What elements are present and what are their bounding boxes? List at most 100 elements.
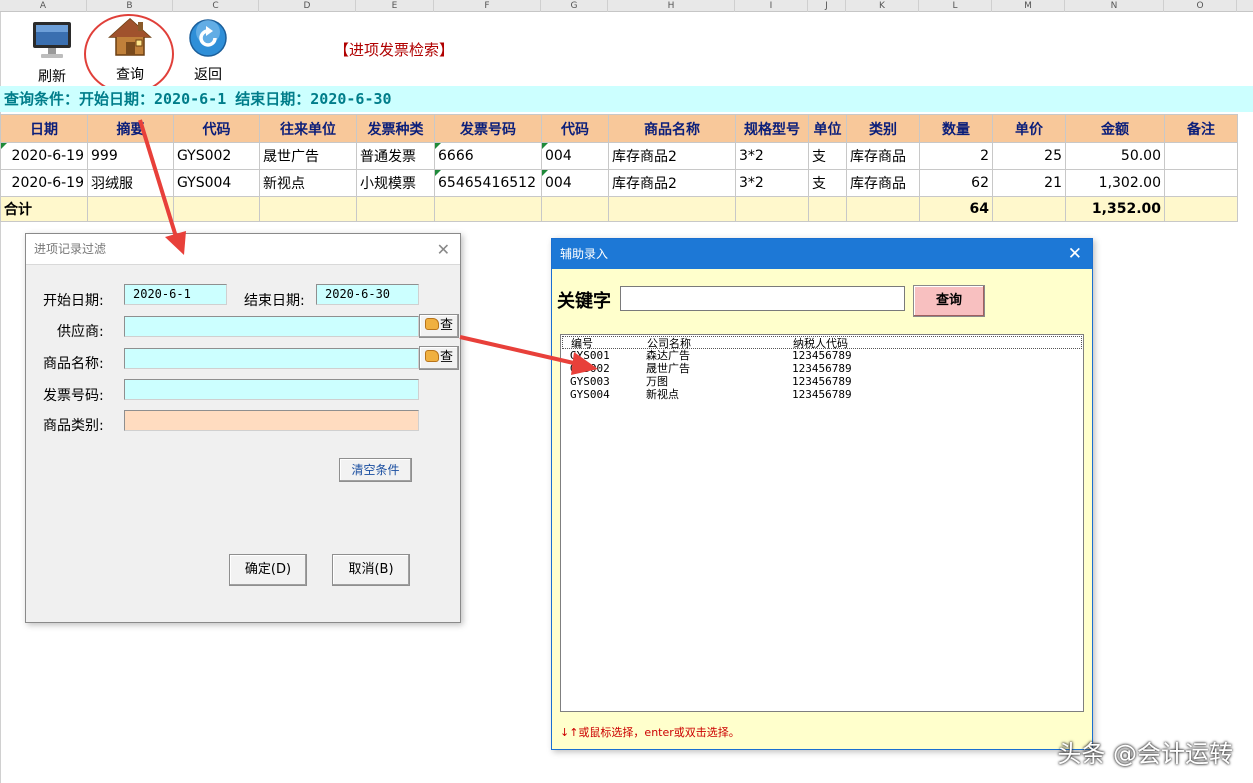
header-code[interactable]: 代码 (173, 114, 260, 143)
cell-price[interactable]: 25 (992, 142, 1066, 170)
col-header-d[interactable]: D (259, 0, 356, 12)
ok-button[interactable]: 确定(D) (229, 554, 307, 586)
cell-unit[interactable]: 支 (808, 142, 847, 170)
list-item[interactable]: GYS003 万图 123456789 (561, 375, 1083, 388)
cell-date[interactable]: 2020-6-19 (0, 169, 88, 197)
supplier-input[interactable] (124, 316, 419, 337)
col-header-g[interactable]: G (541, 0, 608, 12)
cell-product[interactable]: 库存商品2 (608, 142, 736, 170)
total-cell-empty[interactable] (808, 196, 847, 222)
cell-invoice-type[interactable]: 小规模票 (356, 169, 435, 197)
header-amount[interactable]: 金额 (1065, 114, 1165, 143)
col-header-j[interactable]: J (808, 0, 846, 12)
total-cell-empty[interactable] (992, 196, 1066, 222)
total-cell-empty[interactable] (735, 196, 809, 222)
cell-partner[interactable]: 新视点 (259, 169, 357, 197)
cell-code[interactable]: GYS004 (173, 169, 260, 197)
cell-spec[interactable]: 3*2 (735, 142, 809, 170)
total-label[interactable]: 合计 (0, 196, 88, 222)
total-cell-empty[interactable] (173, 196, 260, 222)
total-cell-empty[interactable] (87, 196, 174, 222)
header-invoice-no[interactable]: 发票号码 (434, 114, 542, 143)
invoice-no-input[interactable] (124, 379, 419, 400)
col-header-a[interactable]: A (0, 0, 87, 12)
supplier-lookup-button[interactable]: 查 (419, 314, 459, 338)
product-lookup-button[interactable]: 查 (419, 346, 459, 370)
header-invoice-type[interactable]: 发票种类 (356, 114, 435, 143)
total-cell-empty[interactable] (434, 196, 542, 222)
col-header-c[interactable]: C (173, 0, 259, 12)
assist-query-button[interactable]: 查询 (913, 285, 985, 317)
cell-qty[interactable]: 62 (919, 169, 993, 197)
col-header-h[interactable]: H (608, 0, 735, 12)
cell-date[interactable]: 2020-6-19 (0, 142, 88, 170)
supplier-listbox[interactable]: 编号 公司名称 纳税人代码 GYS001 森达广告 123456789 GYS0… (560, 334, 1084, 712)
cell-invoice-no[interactable]: 65465416512 (434, 169, 542, 197)
total-cell-empty[interactable] (1164, 196, 1238, 222)
total-cell-empty[interactable] (356, 196, 435, 222)
col-header-o[interactable]: O (1164, 0, 1237, 12)
header-summary[interactable]: 摘要 (87, 114, 174, 143)
header-note[interactable]: 备注 (1164, 114, 1238, 143)
header-qty[interactable]: 数量 (919, 114, 993, 143)
cell-product[interactable]: 库存商品2 (608, 169, 736, 197)
col-header-m[interactable]: M (992, 0, 1065, 12)
cell-amount[interactable]: 50.00 (1065, 142, 1165, 170)
col-header-k[interactable]: K (846, 0, 919, 12)
keyword-input[interactable] (620, 286, 905, 311)
total-cell-empty[interactable] (846, 196, 920, 222)
col-header-b[interactable]: B (87, 0, 173, 12)
back-button[interactable]: 返回 (186, 18, 230, 84)
total-amount[interactable]: 1,352.00 (1065, 196, 1165, 222)
cell-summary[interactable]: 羽绒服 (87, 169, 174, 197)
total-qty[interactable]: 64 (919, 196, 993, 222)
close-icon[interactable]: ✕ (437, 234, 450, 265)
cell-price[interactable]: 21 (992, 169, 1066, 197)
cell-invoice-type[interactable]: 普通发票 (356, 142, 435, 170)
header-date[interactable]: 日期 (0, 114, 88, 143)
cell-unit[interactable]: 支 (808, 169, 847, 197)
header-product[interactable]: 商品名称 (608, 114, 736, 143)
cell-spec[interactable]: 3*2 (735, 169, 809, 197)
col-header-i[interactable]: I (735, 0, 808, 12)
filter-dialog-titlebar[interactable]: 进项记录过滤 ✕ (26, 234, 460, 265)
cell-code[interactable]: GYS002 (173, 142, 260, 170)
cell-invoice-no[interactable]: 6666 (434, 142, 542, 170)
keyword-label: 关键字 (557, 291, 611, 312)
header-category[interactable]: 类别 (846, 114, 920, 143)
cell-item-code[interactable]: 004 (541, 169, 609, 197)
header-price[interactable]: 单价 (992, 114, 1066, 143)
cell-partner[interactable]: 晟世广告 (259, 142, 357, 170)
cancel-button[interactable]: 取消(B) (332, 554, 410, 586)
cell-item-code[interactable]: 004 (541, 142, 609, 170)
list-item[interactable]: GYS002 晟世广告 123456789 (561, 362, 1083, 375)
list-item[interactable]: GYS001 森达广告 123456789 (561, 349, 1083, 362)
cell-note[interactable] (1164, 142, 1238, 170)
start-date-field[interactable]: 2020-6-1 (124, 284, 227, 305)
header-spec[interactable]: 规格型号 (735, 114, 809, 143)
list-item[interactable]: GYS004 新视点 123456789 (561, 388, 1083, 401)
header-item-code[interactable]: 代码 (541, 114, 609, 143)
total-cell-empty[interactable] (541, 196, 609, 222)
col-header-e[interactable]: E (356, 0, 434, 12)
clear-conditions-button[interactable]: 清空条件 (339, 458, 412, 482)
product-input[interactable] (124, 348, 419, 369)
header-partner[interactable]: 往来单位 (259, 114, 357, 143)
cell-qty[interactable]: 2 (919, 142, 993, 170)
cell-category[interactable]: 库存商品 (846, 142, 920, 170)
col-header-n[interactable]: N (1065, 0, 1164, 12)
col-header-l[interactable]: L (919, 0, 992, 12)
total-cell-empty[interactable] (259, 196, 357, 222)
cell-note[interactable] (1164, 169, 1238, 197)
category-input[interactable] (124, 410, 419, 431)
close-icon[interactable]: ✕ (1068, 239, 1082, 269)
header-unit[interactable]: 单位 (808, 114, 847, 143)
assist-dialog-titlebar[interactable]: 辅助录入 ✕ (552, 239, 1092, 269)
refresh-button[interactable]: 刷新 (30, 20, 74, 86)
cell-category[interactable]: 库存商品 (846, 169, 920, 197)
end-date-field[interactable]: 2020-6-30 (316, 284, 419, 305)
cell-amount[interactable]: 1,302.00 (1065, 169, 1165, 197)
total-cell-empty[interactable] (608, 196, 736, 222)
col-header-f[interactable]: F (434, 0, 541, 12)
cell-summary[interactable]: 999 (87, 142, 174, 170)
